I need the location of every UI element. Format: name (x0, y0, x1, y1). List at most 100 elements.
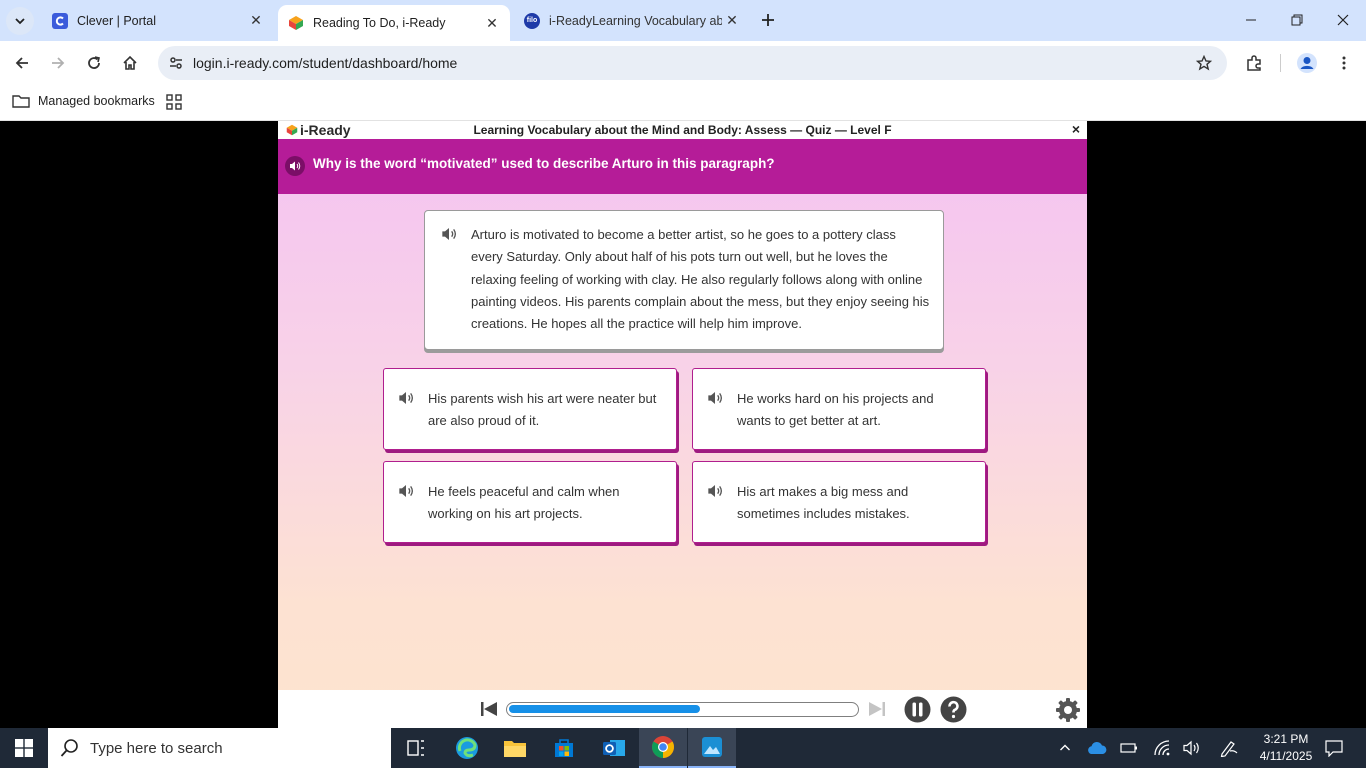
skip-back-icon (481, 702, 497, 716)
settings-button[interactable] (1054, 696, 1081, 723)
question-audio-button[interactable] (285, 156, 305, 176)
task-view-icon (407, 740, 424, 756)
home-icon (123, 55, 137, 70)
taskbar-search[interactable]: Type here to search (48, 728, 391, 768)
pause-icon (904, 696, 931, 723)
restore-icon (1291, 14, 1303, 26)
passage-text: Arturo is motivated to become a better a… (471, 227, 930, 332)
home-button[interactable] (116, 49, 144, 77)
start-button[interactable] (0, 728, 48, 768)
lesson-title: Learning Vocabulary about the Mind and B… (473, 123, 892, 137)
page-content: i-Ready Learning Vocabulary about the Mi… (0, 121, 1366, 728)
tab-filo[interactable]: filo i-ReadyLearning Vocabulary ab ✕ (514, 0, 750, 41)
network-button[interactable] (1151, 738, 1173, 758)
avatar-icon (1297, 53, 1317, 73)
taskbar-clock[interactable]: 3:21 PM 4/11/2025 (1253, 731, 1319, 765)
task-view-button[interactable] (392, 728, 440, 768)
close-tab-icon[interactable]: ✕ (722, 11, 742, 31)
back-button[interactable] (8, 49, 36, 77)
search-placeholder: Type here to search (90, 739, 223, 757)
battery-icon (1120, 743, 1137, 753)
choice-audio-button[interactable] (706, 389, 724, 407)
choice-text: He feels peaceful and calm when working … (428, 484, 620, 521)
question-text: Why is the word “motivated” used to desc… (313, 156, 775, 171)
new-tab-button[interactable] (757, 9, 779, 31)
chevron-down-icon (15, 18, 25, 25)
site-info-icon[interactable] (164, 51, 188, 75)
previous-button[interactable] (477, 697, 501, 721)
apps-grid-icon (166, 94, 182, 110)
toolbar-divider (1280, 54, 1281, 72)
answer-choice-d[interactable]: His art makes a big mess and sometimes i… (692, 461, 986, 543)
tab-strip: Clever | Portal ✕ Reading To Do, i-Ready… (0, 0, 1366, 41)
question-bar: Why is the word “motivated” used to desc… (278, 139, 1087, 194)
choice-text: He works hard on his projects and wants … (737, 391, 934, 428)
forward-button[interactable] (44, 49, 72, 77)
onedrive-button[interactable] (1086, 738, 1108, 758)
speaker-icon (290, 161, 301, 171)
search-icon (60, 739, 78, 757)
choice-audio-button[interactable] (706, 482, 724, 500)
back-arrow-icon (15, 57, 28, 69)
address-bar[interactable]: login.i-ready.com/student/dashboard/home (158, 46, 1227, 80)
choice-audio-button[interactable] (397, 389, 415, 407)
minimize-icon (1246, 19, 1256, 21)
answer-choice-a[interactable]: His parents wish his art were neater but… (383, 368, 677, 450)
url-text[interactable]: login.i-ready.com/student/dashboard/home (193, 55, 457, 71)
help-icon (940, 696, 967, 723)
store-icon (555, 739, 573, 757)
edge-app[interactable] (443, 728, 491, 768)
clever-icon (52, 12, 68, 29)
extensions-button[interactable] (1240, 49, 1268, 77)
choice-text: His parents wish his art were neater but… (428, 391, 657, 428)
file-explorer-app[interactable] (491, 728, 539, 768)
clock-time: 3:21 PM (1263, 732, 1309, 746)
browser-toolbar: login.i-ready.com/student/dashboard/home (0, 41, 1366, 85)
tab-iready[interactable]: Reading To Do, i-Ready ✕ (278, 5, 510, 41)
chrome-app[interactable] (639, 728, 687, 768)
snipping-tool-app[interactable] (688, 728, 736, 768)
windows-logo-icon (15, 739, 33, 757)
battery-button[interactable] (1118, 738, 1140, 758)
menu-button[interactable] (1330, 49, 1358, 77)
speaker-icon (708, 485, 722, 497)
speaker-icon (399, 485, 413, 497)
close-window-button[interactable] (1320, 0, 1366, 40)
profile-button[interactable] (1293, 49, 1321, 77)
choice-audio-button[interactable] (397, 482, 415, 500)
volume-button[interactable] (1181, 738, 1203, 758)
pen-menu-button[interactable] (1218, 738, 1240, 758)
tab-search-button[interactable] (6, 7, 34, 35)
notification-icon (1325, 740, 1343, 757)
answer-choice-b[interactable]: He works hard on his projects and wants … (692, 368, 986, 450)
close-lesson-button[interactable]: × (1069, 121, 1083, 137)
outlook-app[interactable] (590, 728, 638, 768)
bookmark-star-icon[interactable] (1193, 52, 1215, 74)
folder-icon (12, 95, 30, 108)
gear-icon (1055, 697, 1080, 722)
close-icon (1337, 14, 1349, 26)
pause-button[interactable] (904, 696, 931, 723)
puzzle-icon (1247, 55, 1261, 71)
restore-button[interactable] (1274, 0, 1320, 40)
skip-forward-icon (869, 702, 885, 716)
cloud-icon (1088, 741, 1107, 754)
quiz-controls (278, 690, 1087, 728)
passage-audio-button[interactable] (440, 225, 458, 243)
close-tab-icon[interactable]: ✕ (482, 13, 502, 33)
answer-choice-c[interactable]: He feels peaceful and calm when working … (383, 461, 677, 543)
next-button[interactable] (865, 697, 889, 721)
managed-bookmarks-folder[interactable]: Managed bookmarks (12, 93, 155, 109)
reload-button[interactable] (80, 49, 108, 77)
notifications-button[interactable] (1322, 738, 1346, 758)
tab-clever[interactable]: Clever | Portal ✕ (42, 0, 274, 41)
wifi-icon (1154, 740, 1170, 756)
chevron-up-icon (1060, 744, 1070, 751)
show-hidden-icons-button[interactable] (1054, 738, 1076, 758)
close-tab-icon[interactable]: ✕ (246, 11, 266, 31)
help-button[interactable] (940, 696, 967, 723)
more-vert-icon (1342, 56, 1346, 70)
apps-button[interactable] (166, 94, 182, 115)
microsoft-store-app[interactable] (540, 728, 588, 768)
minimize-button[interactable] (1228, 0, 1274, 40)
